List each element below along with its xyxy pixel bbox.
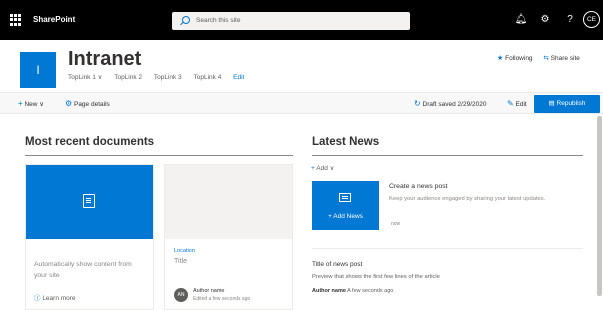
saved-icon: ↻ <box>414 99 421 108</box>
create-news-title: Create a news post <box>389 183 448 190</box>
command-bar: + New ∨ ⚙ Page details ↻ Draft saved 2/2… <box>0 92 603 114</box>
page-details-button[interactable]: ⚙ Page details <box>65 98 110 110</box>
documents-section-title: Most recent documents <box>25 136 155 148</box>
nav-edit-link[interactable]: Edit <box>233 73 244 83</box>
document-card-description: Automatically show content from your sit… <box>34 261 132 279</box>
nav-link-toplink-4[interactable]: TopLink 4 <box>193 73 221 83</box>
nav-link-toplink-2[interactable]: TopLink 2 <box>114 73 142 83</box>
plus-icon: + <box>18 99 23 108</box>
news-post-byline: Author name A few seconds ago <box>312 287 393 295</box>
document-card[interactable]: Location Title AN Author name Edited a f… <box>164 164 293 310</box>
brand-name[interactable]: SharePoint <box>33 12 75 28</box>
share-icon: ⇆ <box>543 55 549 62</box>
news-section-title: Latest News <box>312 136 380 148</box>
edit-button[interactable]: ✎ Edit <box>507 98 527 110</box>
nav-link-toplink-1[interactable]: TopLink 1 ∨ <box>68 73 102 83</box>
page-details-label: Page details <box>73 101 110 108</box>
user-avatar[interactable]: CE <box>583 11 600 28</box>
create-news-description: Keep your audience engaged by sharing yo… <box>389 196 546 202</box>
suite-bar: SharePoint Search this site 🔔︎ ⚙ ? CE <box>0 0 603 40</box>
learn-more-label: Learn more <box>42 295 76 302</box>
add-news-label: + Add News <box>328 213 363 220</box>
site-logo[interactable]: I <box>20 52 56 88</box>
document-icon <box>83 194 95 208</box>
draft-status-text: Draft saved 2/29/2020 <box>422 101 487 108</box>
search-icon <box>182 16 190 24</box>
news-post-time: A few seconds ago <box>347 288 394 294</box>
app-launcher-icon[interactable] <box>10 14 22 26</box>
document-title: Title <box>174 258 187 265</box>
nav-link-toplink-3[interactable]: TopLink 3 <box>154 73 182 83</box>
draft-status: ↻ Draft saved 2/29/2020 <box>414 98 486 110</box>
learn-more-link[interactable]: ⓘ Learn more <box>34 294 76 304</box>
search-box[interactable]: Search this site <box>172 12 410 30</box>
news-divider <box>312 248 583 249</box>
site-header: I Intranet TopLink 1 ∨ TopLink 2 TopLink… <box>0 40 603 88</box>
documents-section-divider <box>25 155 293 156</box>
page-scrollbar[interactable] <box>597 116 602 296</box>
document-location: Location <box>174 248 195 254</box>
pencil-icon: ✎ <box>507 99 514 108</box>
new-button[interactable]: + New ∨ <box>18 98 44 110</box>
news-section-divider <box>312 155 583 156</box>
edited-time: Edited a few seconds ago <box>193 296 251 302</box>
star-icon: ★ <box>497 55 504 62</box>
follow-share-area: ★ Following ⇆ Share site <box>497 53 580 65</box>
add-news-button[interactable]: + Add News <box>312 181 379 230</box>
republish-button[interactable]: ▤ Republish <box>534 95 600 113</box>
document-thumbnail <box>165 165 292 239</box>
news-post-title[interactable]: Title of news post <box>312 260 362 270</box>
info-icon: ⓘ <box>34 295 41 302</box>
document-thumbnail <box>26 165 153 239</box>
create-news-time: now <box>391 221 401 227</box>
edit-button-label: Edit <box>515 101 527 108</box>
document-card-placeholder[interactable]: Automatically show content from your sit… <box>25 164 154 310</box>
search-placeholder: Search this site <box>196 17 241 24</box>
republish-label: Republish <box>556 100 586 107</box>
news-post-preview: Preview that shows the first few lines o… <box>312 274 440 280</box>
plus-icon: + <box>311 165 315 172</box>
gear-icon: ⚙ <box>65 99 73 108</box>
news-post-author: Author name <box>312 288 346 294</box>
site-navigation: TopLink 1 ∨ TopLink 2 TopLink 3 TopLink … <box>68 73 254 83</box>
author-name: Author name <box>193 288 225 294</box>
add-news-dropdown-label: Add ∨ <box>316 165 335 172</box>
help-icon[interactable]: ? <box>563 13 577 27</box>
site-title[interactable]: Intranet <box>68 47 141 71</box>
share-site-button[interactable]: Share site <box>551 55 580 62</box>
following-button[interactable]: Following <box>505 55 532 62</box>
notification-bell-icon[interactable]: 🔔︎ <box>514 13 528 27</box>
gear-icon[interactable]: ⚙ <box>538 13 552 27</box>
new-button-label: New ∨ <box>24 101 45 108</box>
author-avatar: AN <box>174 288 188 302</box>
news-icon <box>339 193 351 202</box>
republish-icon: ▤ <box>548 100 555 107</box>
add-news-dropdown[interactable]: + Add ∨ <box>311 164 334 174</box>
